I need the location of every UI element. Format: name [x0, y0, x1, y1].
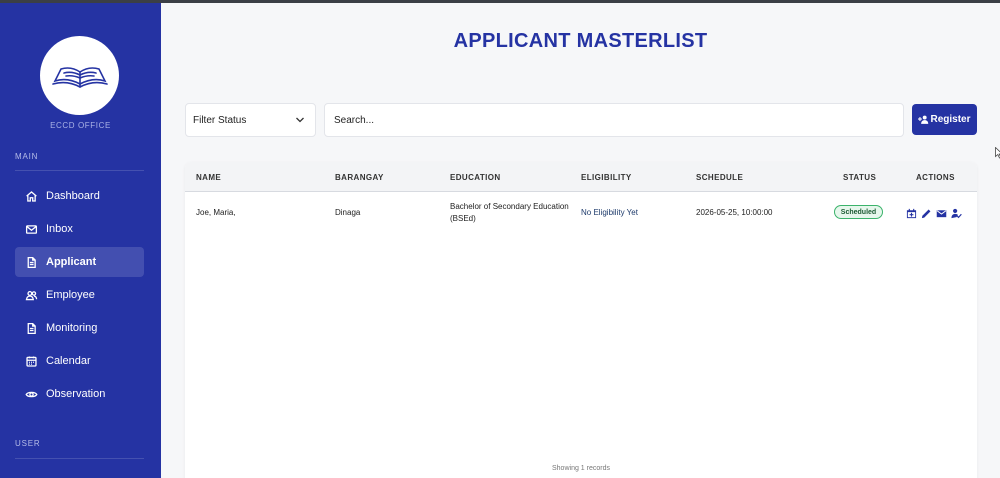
cell-education-line2: (BSEd) [450, 214, 476, 223]
mouse-cursor-icon [995, 147, 1000, 159]
cell-barangay: Dinaga [335, 208, 361, 217]
cell-schedule: 2026-05-25, 10:00:00 [696, 208, 773, 217]
sidebar-item-calendar[interactable]: Calendar [15, 346, 144, 376]
status-filter-select[interactable]: Filter Status [185, 103, 316, 137]
chevron-down-icon [296, 117, 304, 123]
column-header-education[interactable]: EDUCATION [450, 173, 501, 182]
document-icon [24, 321, 38, 335]
cell-name: Joe, Maria, [196, 208, 236, 217]
register-button-label: Register [930, 114, 971, 125]
window-top-border [0, 0, 1000, 3]
sidebar-item-label: Monitoring [46, 322, 98, 334]
sidebar-item-employee[interactable]: Employee [15, 280, 144, 310]
office-name: ECCD OFFICE [50, 121, 111, 130]
mail-icon[interactable] [936, 206, 947, 218]
edit-icon[interactable] [921, 206, 932, 219]
sidebar-item-label: Employee [46, 289, 95, 301]
column-header-schedule[interactable]: SCHEDULE [696, 173, 743, 182]
users-icon [24, 288, 38, 302]
cell-eligibility: No Eligibility Yet [581, 208, 638, 217]
column-header-actions: ACTIONS [916, 173, 955, 182]
user-check-icon[interactable] [951, 206, 962, 219]
sidebar-item-applicant[interactable]: Applicant [15, 247, 144, 277]
column-header-barangay[interactable]: BARANGAY [335, 173, 384, 182]
calendar-add-icon[interactable] [906, 206, 917, 219]
sidebar-item-label: Applicant [46, 256, 97, 268]
eye-icon [24, 387, 38, 401]
column-header-status[interactable]: STATUS [843, 173, 876, 182]
sidebar-item-inbox[interactable]: Inbox [15, 214, 144, 244]
sidebar-item-dashboard[interactable]: Dashboard [15, 181, 144, 211]
mail-icon [24, 222, 38, 236]
status-badge: Scheduled [834, 205, 883, 219]
sidebar: ECCD OFFICE MAIN Dashboard Inbox Applica… [0, 0, 161, 478]
calendar-icon [24, 354, 38, 368]
sidebar-item-label: Calendar [46, 355, 91, 367]
applicant-table: NAME BARANGAY EDUCATION ELIGIBILITY SCHE… [185, 162, 977, 478]
sidebar-item-monitoring[interactable]: Monitoring [15, 313, 144, 343]
section-label-main: MAIN [15, 152, 39, 161]
status-filter-value: Filter Status [193, 114, 247, 126]
section-divider [15, 170, 144, 171]
page-title: APPLICANT MASTERLIST [453, 30, 708, 52]
search-input[interactable] [324, 103, 904, 137]
section-divider [15, 458, 144, 459]
user-plus-icon [918, 115, 929, 124]
sidebar-item-label: Observation [46, 388, 106, 400]
document-icon [24, 255, 38, 269]
column-header-name[interactable]: NAME [196, 173, 221, 182]
sidebar-item-observation[interactable]: Observation [15, 379, 144, 409]
office-logo [40, 36, 119, 115]
table-header: NAME BARANGAY EDUCATION ELIGIBILITY SCHE… [185, 162, 977, 192]
column-header-eligibility[interactable]: ELIGIBILITY [581, 173, 632, 182]
records-count: Showing 1 records [552, 465, 610, 472]
register-button[interactable]: Register [912, 104, 977, 135]
sidebar-item-label: Inbox [46, 223, 73, 235]
home-icon [24, 189, 38, 203]
sidebar-item-label: Dashboard [46, 190, 100, 202]
section-label-user: USER [15, 439, 41, 448]
open-book-icon [51, 66, 108, 88]
cell-education-line1: Bachelor of Secondary Education [450, 202, 569, 211]
